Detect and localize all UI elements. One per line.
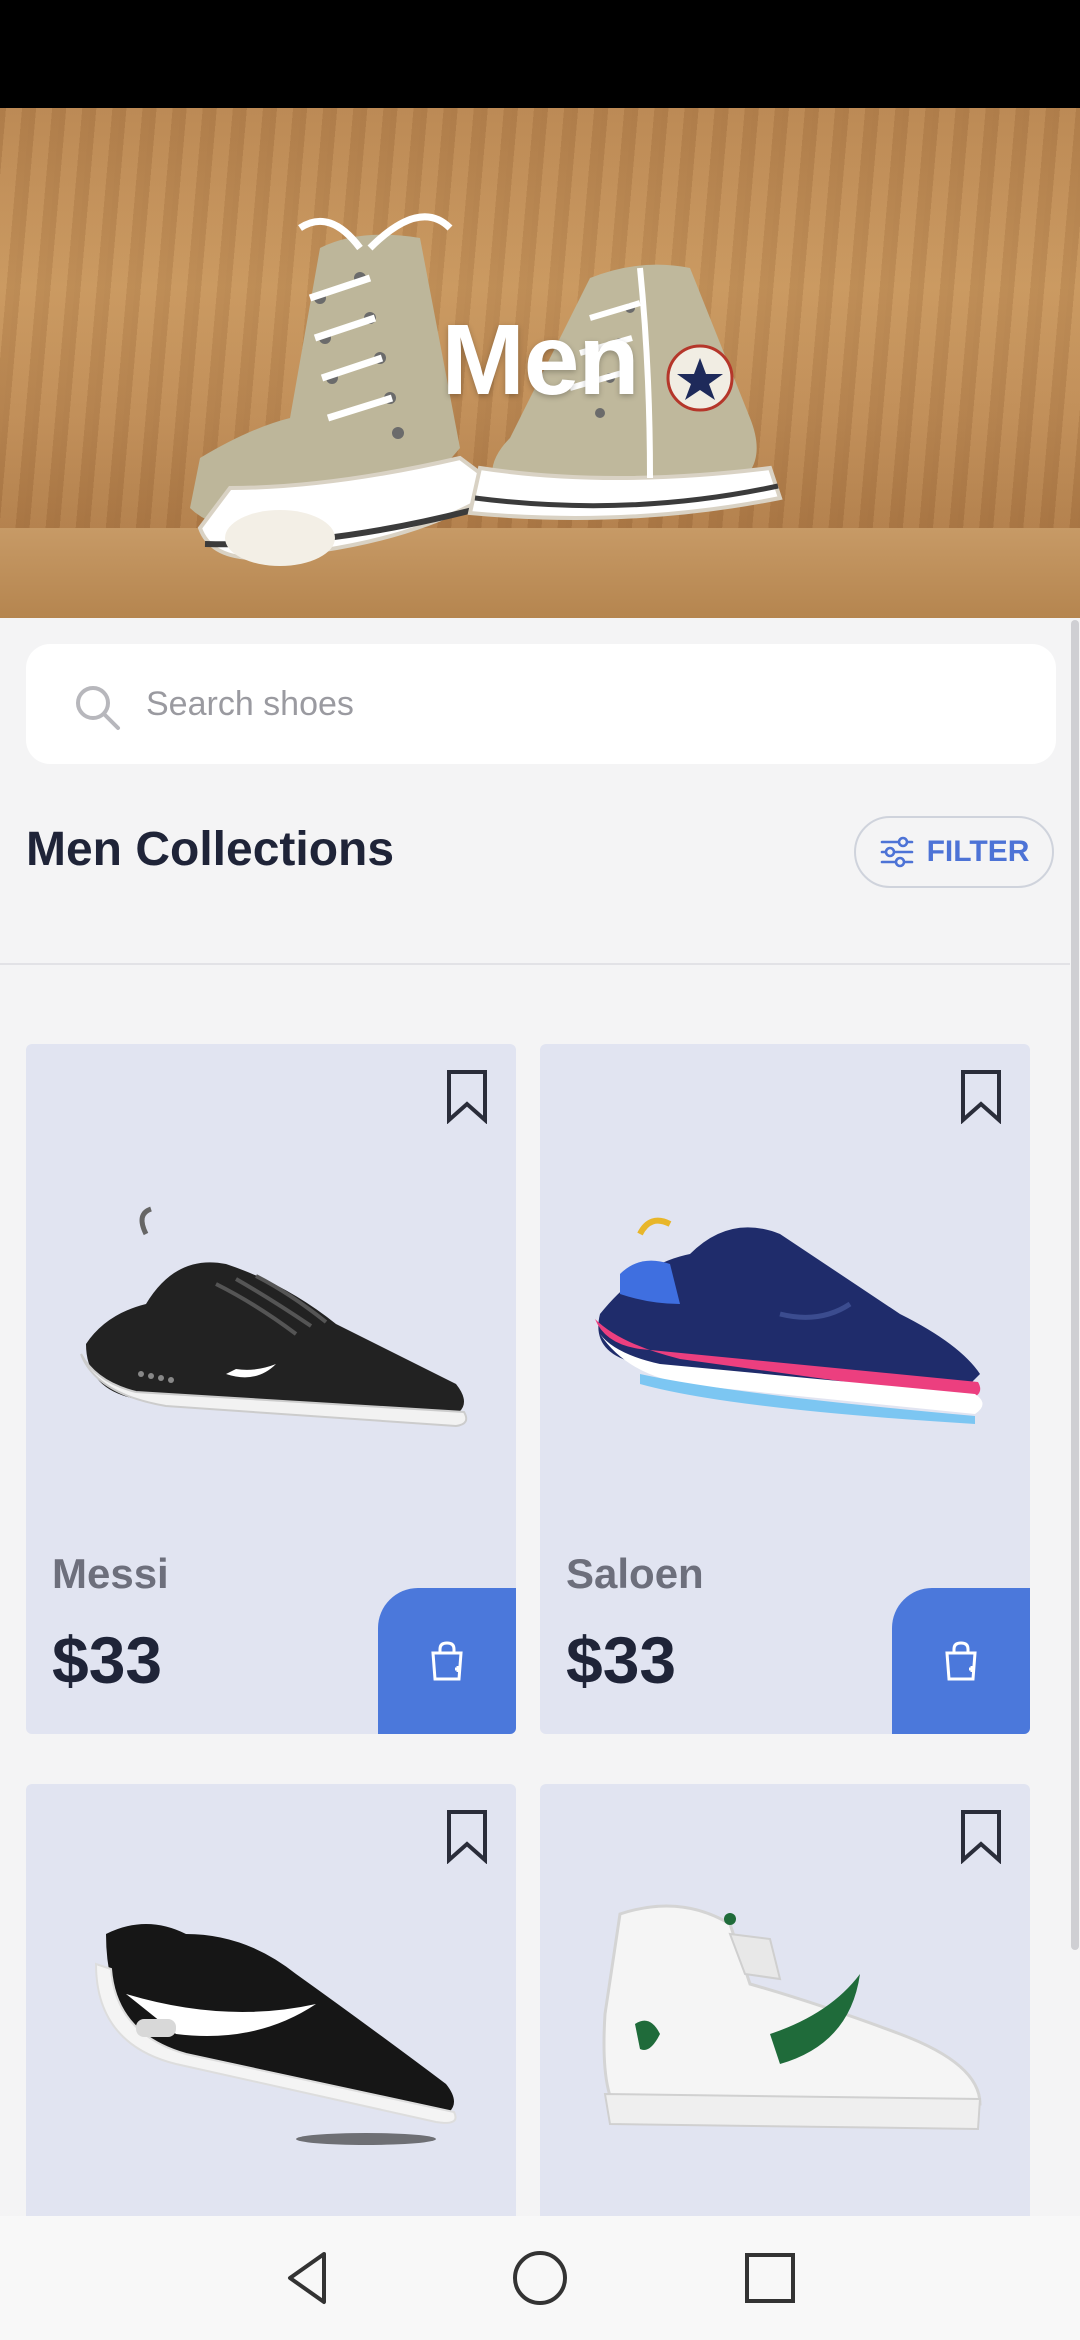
triangle-back-icon[interactable] [276, 2246, 340, 2310]
hero-title: Men [441, 304, 640, 416]
circle-home-icon[interactable] [508, 2246, 572, 2310]
shopping-bag-icon [945, 1641, 977, 1681]
filter-button[interactable]: FILTER [854, 816, 1054, 888]
product-image[interactable] [580, 1894, 990, 2154]
product-name: Messi [52, 1550, 169, 1597]
bookmark-icon[interactable] [444, 1068, 490, 1124]
product-card[interactable]: Messi $33 [26, 1044, 516, 1734]
search-icon [76, 686, 120, 730]
product-name: Saloen [566, 1550, 704, 1597]
scrollbar[interactable] [1071, 620, 1079, 1950]
product-image[interactable] [66, 1894, 476, 2154]
product-image[interactable] [580, 1194, 990, 1454]
section-title: Men Collections [26, 823, 395, 876]
hero-banner: Men [0, 108, 1080, 618]
section-divider [0, 963, 1070, 965]
product-price: $33 [52, 1623, 163, 1697]
product-card[interactable]: Saloen $33 [540, 1044, 1030, 1734]
add-to-cart-button[interactable] [378, 1588, 516, 1734]
add-to-cart-button[interactable] [892, 1588, 1030, 1734]
square-recents-icon[interactable] [738, 2246, 802, 2310]
bookmark-icon[interactable] [444, 1808, 490, 1864]
shopping-bag-icon [431, 1641, 463, 1681]
search-input[interactable] [146, 674, 1006, 734]
product-price: $33 [566, 1623, 677, 1697]
bookmark-icon[interactable] [958, 1808, 1004, 1864]
search-bar[interactable] [26, 644, 1056, 764]
bookmark-icon[interactable] [958, 1068, 1004, 1124]
product-image[interactable] [66, 1194, 476, 1454]
app-screen: Men Men Collections FILTER [0, 0, 1080, 2340]
status-bar [0, 0, 1080, 108]
filter-label: FILTER [926, 835, 1030, 868]
sliders-icon [880, 836, 913, 868]
system-navigation-bar [0, 2216, 1080, 2340]
